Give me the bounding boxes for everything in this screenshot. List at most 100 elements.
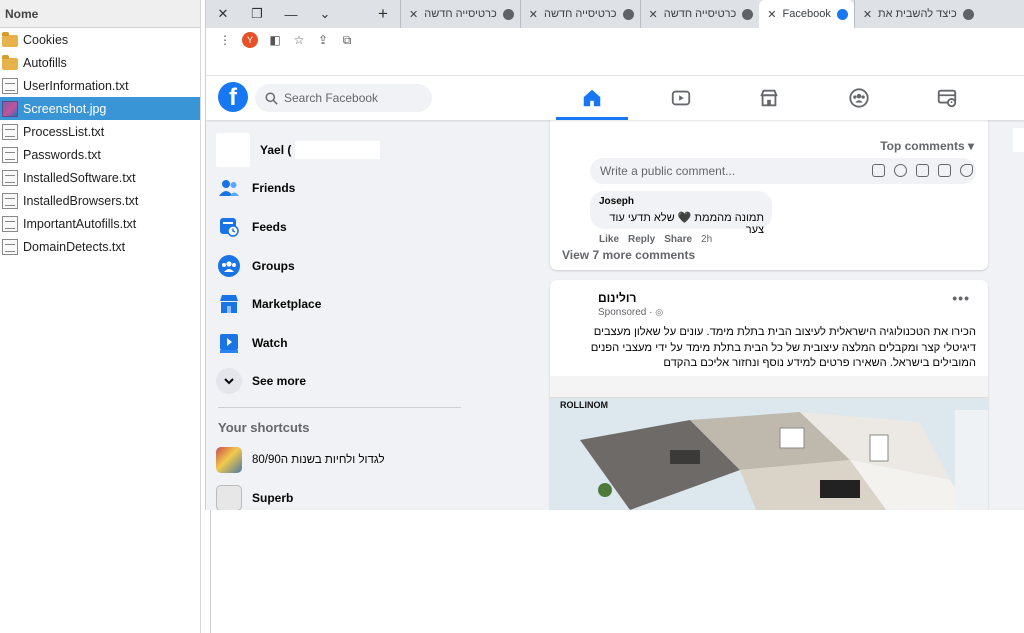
file-row[interactable]: ProcessList.txt: [0, 120, 200, 143]
file-row[interactable]: Passwords.txt: [0, 143, 200, 166]
view-more-comments-link[interactable]: View 7 more comments: [562, 248, 695, 262]
file-row[interactable]: UserInformation.txt: [0, 74, 200, 97]
marketplace-nav-icon[interactable]: [757, 86, 781, 110]
file-name: Cookies: [23, 32, 69, 47]
facebook-logo[interactable]: f: [218, 82, 248, 112]
profile-link[interactable]: Yael (: [216, 132, 381, 168]
minimize-window-button[interactable]: —: [274, 0, 308, 28]
file-row[interactable]: InstalledBrowsers.txt: [0, 189, 200, 212]
sidebar-item-watch[interactable]: Watch: [216, 325, 288, 361]
reply-link[interactable]: Reply: [628, 234, 655, 245]
shortcut-thumbnail: [216, 447, 242, 473]
gif-icon[interactable]: [938, 164, 951, 177]
new-tab-button[interactable]: +: [366, 0, 400, 28]
avatar: [560, 191, 584, 215]
restore-window-button[interactable]: ❐: [240, 0, 274, 28]
file-row[interactable]: DomainDetects.txt: [0, 235, 200, 258]
browser-tab[interactable]: ✕ כרטיסייה חדשה: [400, 0, 520, 28]
extensions-icon[interactable]: ⧉: [340, 33, 354, 47]
groups-nav-icon[interactable]: [847, 86, 871, 110]
home-icon[interactable]: [580, 86, 604, 110]
sidebar-item-feeds[interactable]: Feeds: [216, 209, 287, 245]
sidebar-item-label: Marketplace: [252, 297, 322, 311]
post-card: Top comments ▾ Write a public comment...…: [550, 96, 988, 270]
share-link[interactable]: Share: [664, 234, 692, 245]
kebab-menu-icon[interactable]: ⋮: [218, 33, 232, 47]
comment-time[interactable]: 2h: [701, 234, 712, 245]
browser-tab[interactable]: ✕ כרטיסייה חדשה: [639, 0, 760, 28]
more-options-icon[interactable]: •••: [952, 290, 970, 306]
comment-sort-dropdown[interactable]: Top comments ▾: [880, 139, 974, 153]
browser-tab[interactable]: ✕ Facebook: [759, 0, 854, 28]
search-placeholder: Search Facebook: [284, 91, 379, 105]
avatar-sticker-icon[interactable]: [872, 164, 885, 177]
sponsored-label[interactable]: Sponsored · ◎: [598, 307, 663, 318]
text-file-icon: [2, 146, 18, 163]
comment-input[interactable]: Write a public comment...: [590, 158, 976, 184]
close-tab-icon[interactable]: ✕: [409, 8, 418, 21]
tab-search-button[interactable]: ⌄: [308, 0, 342, 28]
camera-icon[interactable]: [916, 164, 929, 177]
watch-nav-icon[interactable]: [669, 86, 693, 110]
blank-area: [210, 510, 1024, 633]
browser-tab[interactable]: ✕ כרטיסייה חדשה: [519, 0, 640, 28]
search-icon: [265, 91, 278, 105]
folder-icon: [2, 55, 18, 70]
sidebar-icon[interactable]: ◧: [268, 33, 282, 47]
globe-icon: ◎: [655, 307, 664, 317]
sponsored-post-card: רולינום Sponsored · ◎ ••• הכירו את הטכנו…: [550, 280, 988, 510]
file-row[interactable]: ImportantAutofills.txt: [0, 212, 200, 235]
image-file-icon: [2, 100, 18, 117]
advertiser-avatar: [560, 290, 590, 320]
ad-image-browser-bar: [550, 376, 988, 398]
tab-label: כרטיסייה חדשה: [424, 8, 497, 20]
shortcut-item[interactable]: לגדול ולחיות בשנות ה80/90: [216, 442, 385, 478]
file-name: ImportantAutofills.txt: [23, 216, 137, 231]
sidebar-item-label: Feeds: [252, 220, 287, 234]
file-row[interactable]: InstalledSoftware.txt: [0, 166, 200, 189]
file-name: Passwords.txt: [23, 147, 101, 162]
file-name: InstalledSoftware.txt: [23, 170, 136, 185]
file-row[interactable]: Cookies: [0, 28, 200, 51]
file-name: DomainDetects.txt: [23, 239, 126, 254]
gaming-nav-icon[interactable]: [935, 86, 959, 110]
column-header-name[interactable]: Nome: [0, 0, 200, 28]
tab-favicon-icon: [622, 8, 634, 20]
active-nav-indicator: [556, 117, 628, 120]
close-tab-icon[interactable]: ✕: [767, 8, 776, 21]
shortcut-item[interactable]: Superb: [216, 480, 293, 510]
close-tab-icon[interactable]: ✕: [529, 8, 538, 21]
file-name: ProcessList.txt: [23, 124, 105, 139]
sticker-icon[interactable]: [960, 164, 973, 177]
advertiser-name[interactable]: רולינום: [598, 291, 636, 305]
like-link[interactable]: Like: [599, 234, 619, 245]
comment-author[interactable]: Joseph: [599, 196, 634, 207]
emoji-icon[interactable]: [894, 164, 907, 177]
facebook-page: f Search Facebook Yael (Friends Feeds G…: [206, 76, 1024, 510]
star-bookmark-icon[interactable]: ☆: [292, 33, 306, 47]
browser-tab[interactable]: ✕ כיצד להשבית את: [853, 0, 980, 28]
commenter-avatar: [560, 158, 584, 182]
ad-image-logo: ROLLINOM: [560, 400, 608, 410]
user-name: Yael (: [260, 143, 292, 157]
file-row[interactable]: Autofills: [0, 51, 200, 74]
shortcut-thumbnail: [216, 485, 242, 510]
share-icon[interactable]: ⇪: [316, 33, 330, 47]
sidebar-item-groups[interactable]: Groups: [216, 248, 295, 284]
text-file-icon: [2, 169, 18, 186]
close-window-button[interactable]: ✕: [206, 0, 240, 28]
tab-label: כרטיסייה חדשה: [663, 8, 737, 20]
ad-image[interactable]: ROLLINOM: [550, 376, 988, 510]
see-more-button[interactable]: See more: [216, 363, 306, 399]
close-tab-icon[interactable]: ✕: [863, 8, 872, 21]
tab-label: כיצד להשבית את: [878, 8, 957, 20]
sidebar-item-label: Groups: [252, 259, 295, 273]
browser-window: ✕ ❐ — ⌄ + ✕ כרטיסייה חדשה ✕ כרטיסייה חדשה ✕ כ…: [205, 0, 1024, 510]
sidebar-item-friends[interactable]: Friends: [216, 170, 295, 206]
file-row[interactable]: Screenshot.jpg: [0, 97, 200, 120]
search-input[interactable]: Search Facebook: [255, 84, 432, 112]
sidebar-item-marketplace[interactable]: Marketplace: [216, 286, 321, 322]
profile-avatar[interactable]: Y: [242, 32, 258, 48]
close-tab-icon[interactable]: ✕: [649, 8, 658, 21]
sidebar-item-label: Friends: [252, 181, 296, 195]
